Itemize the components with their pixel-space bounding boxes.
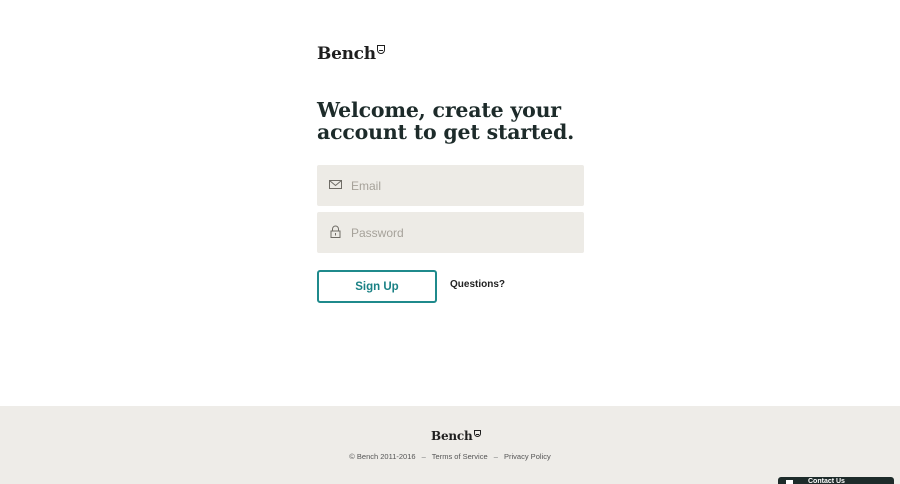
- password-field[interactable]: [317, 212, 584, 253]
- footer-separator: –: [421, 452, 426, 461]
- footer-logo-text: Bench: [431, 429, 473, 443]
- email-input[interactable]: [351, 165, 576, 206]
- copyright-text: © Bench 2011-2016: [349, 452, 416, 461]
- privacy-policy-link[interactable]: Privacy Policy: [504, 452, 551, 461]
- footer: Bench © Bench 2011-2016 – Terms of Servi…: [0, 406, 900, 484]
- contact-us-widget[interactable]: Contact Us: [778, 477, 894, 484]
- sign-up-button[interactable]: Sign Up: [317, 270, 437, 303]
- footer-separator: –: [493, 452, 498, 461]
- email-field[interactable]: [317, 165, 584, 206]
- footer-links: © Bench 2011-2016 – Terms of Service – P…: [0, 452, 900, 461]
- logo-shield-icon: [376, 45, 385, 54]
- contact-us-label: Contact Us: [808, 478, 845, 484]
- mail-icon: [329, 180, 342, 189]
- questions-link[interactable]: Questions?: [450, 279, 505, 290]
- chat-icon: [786, 480, 793, 484]
- logo-text: Bench: [317, 44, 376, 64]
- footer-logo[interactable]: Bench: [431, 429, 481, 443]
- password-input[interactable]: [351, 212, 576, 253]
- terms-of-service-link[interactable]: Terms of Service: [432, 452, 488, 461]
- page-title: Welcome, create your account to get star…: [317, 98, 575, 144]
- footer-logo-shield-icon: [473, 430, 481, 437]
- lock-icon: [330, 225, 341, 238]
- bench-logo[interactable]: Bench: [317, 44, 385, 64]
